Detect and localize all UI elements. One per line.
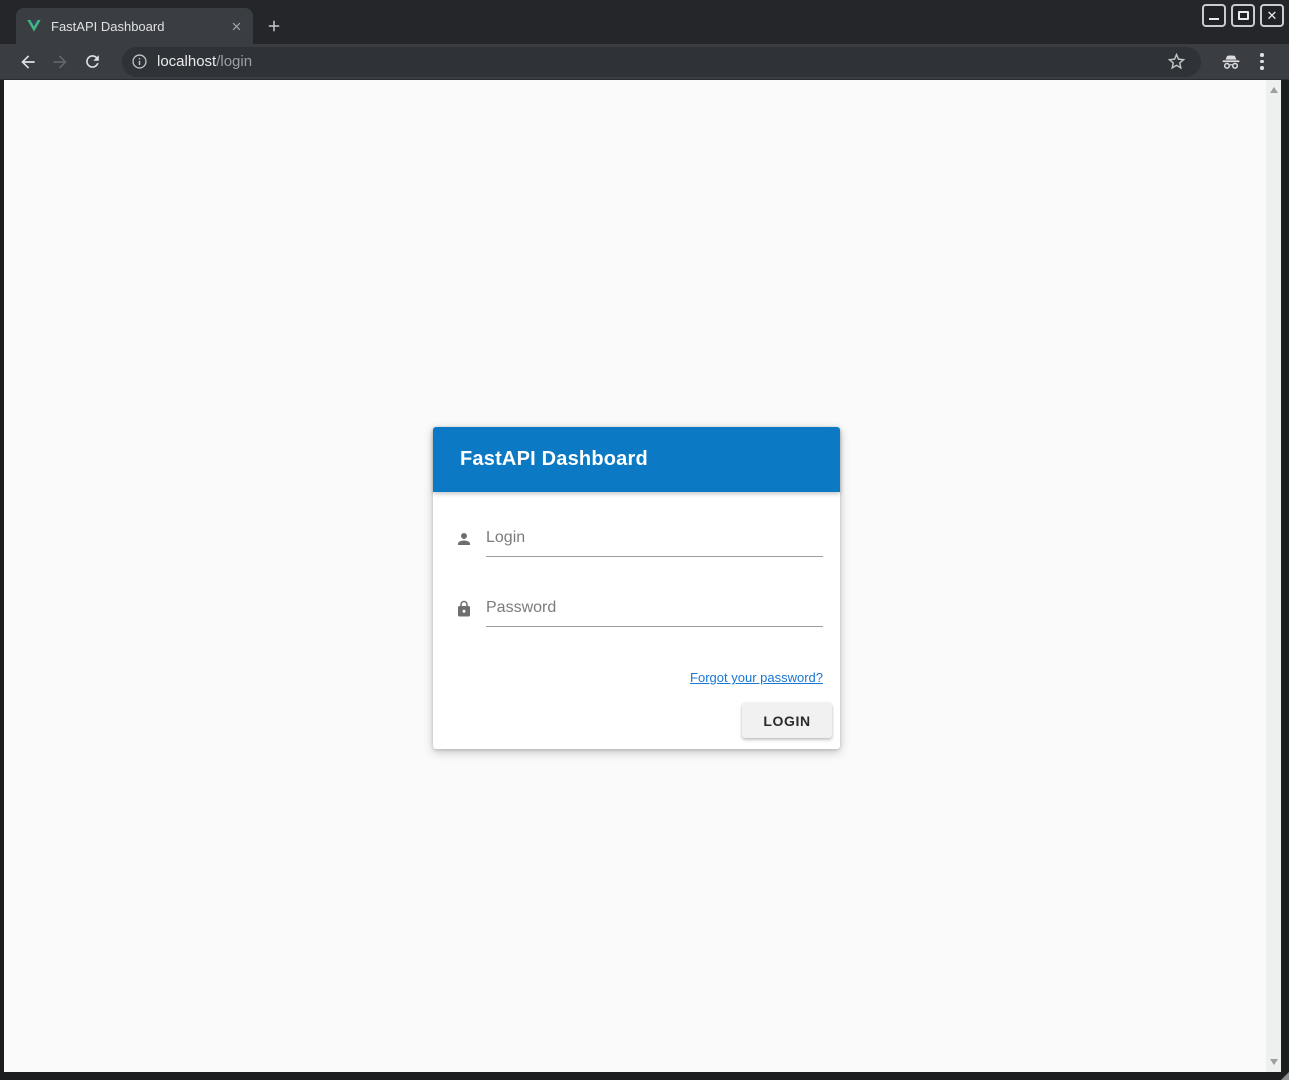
scroll-down-icon <box>1270 1059 1278 1065</box>
password-field-row <box>455 599 823 627</box>
vertical-scrollbar[interactable] <box>1266 80 1281 1072</box>
password-input[interactable] <box>486 599 823 627</box>
bookmark-star-icon[interactable] <box>1166 51 1187 72</box>
minimize-icon <box>1209 18 1219 20</box>
url-host: localhost <box>157 53 216 70</box>
site-info-icon[interactable] <box>131 53 148 70</box>
login-button[interactable]: LOGIN <box>742 703 832 738</box>
forward-button[interactable] <box>48 50 72 74</box>
lock-icon <box>455 600 473 618</box>
forgot-password-link[interactable]: Forgot your password? <box>690 670 823 685</box>
card-actions: LOGIN <box>455 703 832 738</box>
tab-title: FastAPI Dashboard <box>51 19 227 34</box>
back-button[interactable] <box>16 50 40 74</box>
browser-toolbar: localhost/login <box>0 44 1289 80</box>
new-tab-button[interactable] <box>261 13 287 39</box>
card-header: FastAPI Dashboard <box>433 427 840 492</box>
login-input[interactable] <box>486 529 823 557</box>
scroll-up-icon <box>1270 87 1278 93</box>
resize-grip[interactable] <box>1281 1072 1289 1080</box>
maximize-icon <box>1238 11 1249 20</box>
scroll-up-button[interactable] <box>1266 82 1281 98</box>
vue-logo-icon <box>26 18 42 34</box>
minimize-button[interactable] <box>1202 4 1226 27</box>
reload-button[interactable] <box>80 50 104 74</box>
login-field-row <box>455 529 823 557</box>
login-input-wrap <box>486 529 823 557</box>
browser-menu-button[interactable] <box>1253 51 1271 73</box>
address-bar[interactable]: localhost/login <box>122 47 1201 77</box>
url-text: localhost/login <box>157 53 1166 70</box>
password-input-wrap <box>486 599 823 627</box>
browser-tab[interactable]: FastAPI Dashboard <box>16 8 253 44</box>
person-icon <box>455 530 473 548</box>
close-icon: ✕ <box>1267 9 1278 22</box>
window-controls: ✕ <box>1202 4 1284 27</box>
page-content: FastAPI Dashboard <box>4 80 1281 1072</box>
maximize-button[interactable] <box>1231 4 1255 27</box>
login-card: FastAPI Dashboard <box>433 427 840 749</box>
browser-window: FastAPI Dashboard ✕ localhost <box>0 0 1289 1080</box>
forgot-password-row: Forgot your password? <box>455 669 823 687</box>
card-body: Forgot your password? LOGIN <box>433 492 840 749</box>
incognito-icon <box>1219 50 1243 74</box>
scroll-down-button[interactable] <box>1266 1054 1281 1070</box>
card-title: FastAPI Dashboard <box>460 448 648 471</box>
url-path: /login <box>216 53 252 70</box>
tab-close-icon[interactable] <box>227 17 245 35</box>
close-button[interactable]: ✕ <box>1260 4 1284 27</box>
title-bar: FastAPI Dashboard ✕ <box>0 0 1289 44</box>
